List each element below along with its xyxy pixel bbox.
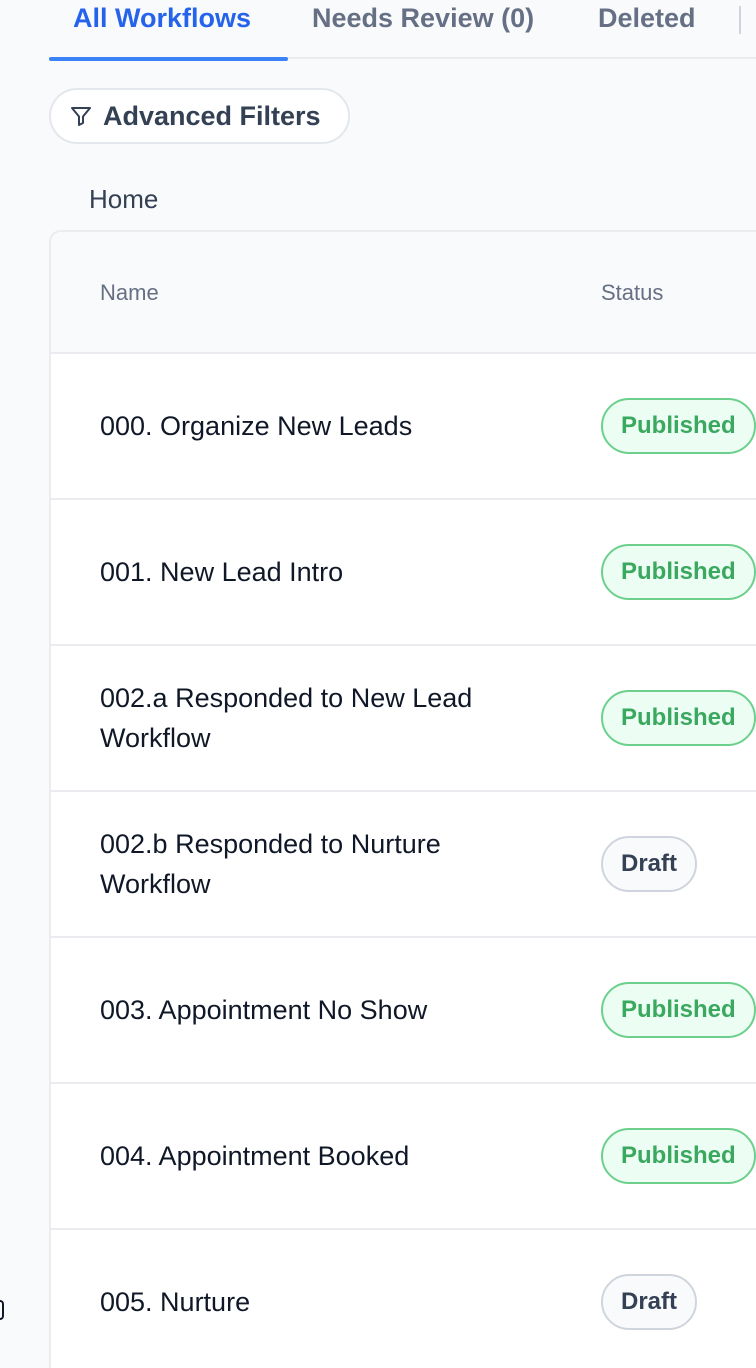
workflow-name[interactable]: 002.a Responded to New Lead Workflow xyxy=(100,678,520,758)
workflows-page: All Workflows Needs Review (0) Deleted A… xyxy=(0,0,756,1368)
tab-needs-review[interactable]: Needs Review (0) xyxy=(312,2,534,59)
table-header: Name Status xyxy=(51,232,756,354)
advanced-filters-label: Advanced Filters xyxy=(103,100,321,131)
status-badge: Draft xyxy=(601,836,698,892)
workflow-name[interactable]: 003. Appointment No Show xyxy=(100,990,520,1030)
status-badge: Published xyxy=(601,544,756,600)
table-row[interactable]: 005. Nurture Draft xyxy=(51,1230,756,1368)
tab-deleted[interactable]: Deleted xyxy=(598,2,696,59)
workflow-tabs: All Workflows Needs Review (0) Deleted xyxy=(49,0,756,61)
workflow-name[interactable]: 000. Organize New Leads xyxy=(100,406,520,446)
table-row[interactable]: 003. Appointment No Show Published xyxy=(51,938,756,1084)
tab-needs-review-label: Needs Review (0) xyxy=(312,3,535,33)
table-row[interactable]: 000. Organize New Leads Published xyxy=(51,354,756,500)
status-badge: Published xyxy=(601,690,756,746)
table-row[interactable]: 001. New Lead Intro Published xyxy=(51,500,756,646)
workflow-name[interactable]: 004. Appointment Booked xyxy=(100,1136,520,1176)
column-header-name[interactable]: Name xyxy=(100,280,159,306)
tab-all-workflows-label: All Workflows xyxy=(73,3,252,33)
status-badge: Draft xyxy=(601,1274,698,1330)
workflow-name[interactable]: 005. Nurture xyxy=(100,1282,520,1322)
advanced-filters-button[interactable]: Advanced Filters xyxy=(49,88,350,144)
workflow-name[interactable]: 002.b Responded to Nurture Workflow xyxy=(100,824,520,904)
workflow-name[interactable]: 001. New Lead Intro xyxy=(100,552,520,592)
status-badge: Published xyxy=(601,398,756,454)
tab-all-workflows[interactable]: All Workflows xyxy=(49,2,288,61)
column-header-status[interactable]: Status xyxy=(601,280,663,306)
breadcrumb-home[interactable]: Home xyxy=(89,184,158,215)
table-body: 000. Organize New Leads Published 001. New… xyxy=(51,354,756,1368)
status-badge: Published xyxy=(601,1128,756,1184)
edge-handle xyxy=(0,1300,4,1320)
filter-icon xyxy=(71,107,91,126)
workflows-table: Name Status 000. Organize New Leads Publi… xyxy=(49,230,756,1368)
status-badge: Published xyxy=(601,982,756,1038)
table-row[interactable]: 002.b Responded to Nurture Workflow Draft xyxy=(51,792,756,938)
tab-deleted-label: Deleted xyxy=(598,3,696,33)
table-row[interactable]: 002.a Responded to New Lead Workflow Publ… xyxy=(51,646,756,792)
tabs-divider xyxy=(739,6,741,34)
table-row[interactable]: 004. Appointment Booked Published xyxy=(51,1084,756,1230)
